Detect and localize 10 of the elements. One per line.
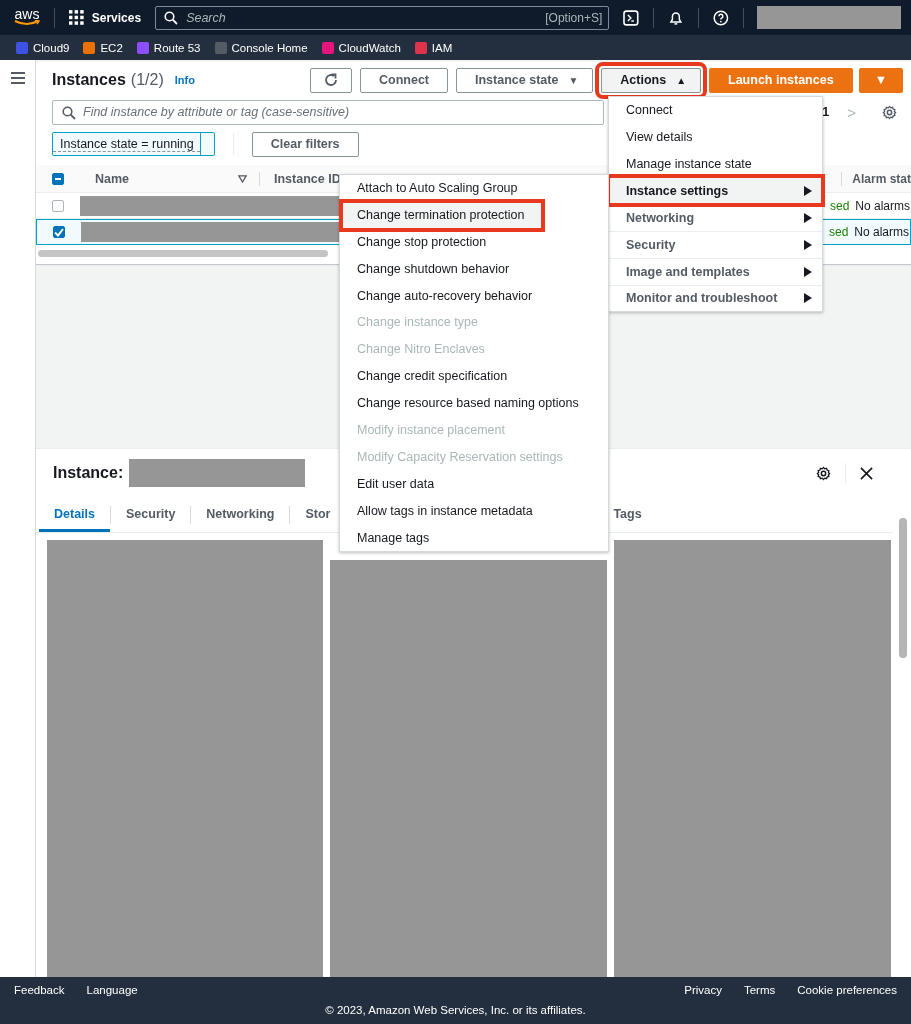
table-cell: sed — [829, 199, 850, 213]
table-cell: No alarms — [854, 225, 909, 239]
table-cell: sed — [828, 225, 849, 239]
selection-count: (1/2) — [130, 71, 164, 89]
copyright: © 2023, Amazon Web Services, Inc. or its affiliates. — [324, 1004, 587, 1016]
filter-label: Instance state = running — [53, 136, 200, 152]
panel-title: Instances — [52, 71, 126, 89]
panel-title: Instance: — [53, 464, 124, 482]
table-cell: No alarms — [855, 199, 910, 213]
shortcut-hint: [Option+S] — [545, 10, 603, 25]
